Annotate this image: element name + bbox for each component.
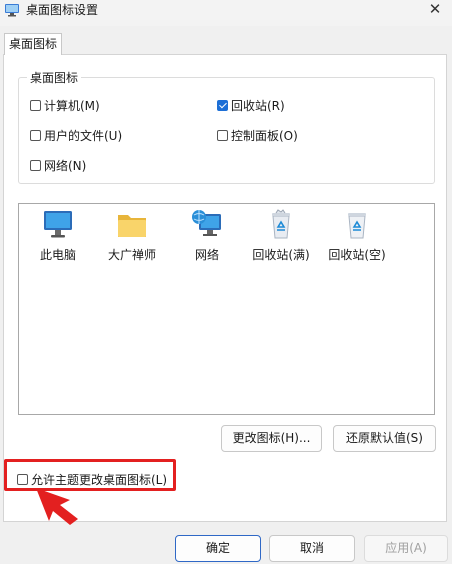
annotation-highlight-box	[4, 459, 176, 491]
close-button[interactable]: ✕	[424, 0, 446, 20]
checkbox-recycle-bin[interactable]: 回收站(R)	[217, 97, 285, 114]
icon-item-this-pc[interactable]: 此电脑	[23, 208, 93, 263]
window-title: 桌面图标设置	[26, 3, 99, 17]
checkbox-box[interactable]	[217, 130, 228, 141]
checkbox-box[interactable]	[30, 100, 41, 111]
checkbox-label: 控制面板(O)	[231, 129, 298, 143]
checkbox-user-files[interactable]: 用户的文件(U)	[30, 127, 122, 144]
checkbox-network[interactable]: 网络(N)	[30, 157, 86, 174]
desktop-icons-group: 桌面图标 计算机(M) 回收站(R) 用户的文件(U) 控制面板(O) 网络(N…	[18, 69, 435, 184]
icon-item-recycle-bin-full[interactable]: 回收站(满)	[246, 208, 316, 263]
icon-label: 大广禅师	[107, 248, 156, 262]
recycle-bin-empty-icon	[348, 213, 366, 239]
desktop-icon-settings-icon	[5, 4, 19, 17]
tab-panel: 桌面图标 计算机(M) 回收站(R) 用户的文件(U) 控制面板(O) 网络(N…	[3, 54, 447, 522]
checkbox-label: 计算机(M)	[44, 99, 100, 113]
restore-default-button[interactable]: 还原默认值(S)	[333, 425, 436, 452]
folder-icon	[118, 215, 146, 237]
checkbox-label: 网络(N)	[44, 159, 87, 173]
icon-label: 网络	[194, 248, 219, 262]
cancel-button[interactable]: 取消	[269, 535, 355, 562]
icon-label: 回收站(空)	[328, 248, 386, 262]
icon-label: 此电脑	[39, 248, 76, 262]
tab-desktop-icons[interactable]: 桌面图标	[4, 33, 62, 55]
checkbox-computer[interactable]: 计算机(M)	[30, 97, 100, 114]
checkbox-box[interactable]	[30, 130, 41, 141]
checkbox-label: 用户的文件(U)	[44, 129, 123, 143]
group-legend: 桌面图标	[27, 69, 82, 86]
checkbox-box[interactable]	[30, 160, 41, 171]
monitor-icon	[44, 211, 72, 238]
checkbox-control-panel[interactable]: 控制面板(O)	[217, 127, 298, 144]
ok-button[interactable]: 确定	[175, 535, 261, 562]
apply-button[interactable]: 应用(A)	[364, 535, 448, 562]
icon-label: 回收站(满)	[252, 248, 310, 262]
change-icon-button[interactable]: 更改图标(H)...	[221, 425, 322, 452]
recycle-bin-full-icon	[272, 209, 290, 239]
checkbox-label: 回收站(R)	[231, 99, 285, 113]
icon-list[interactable]: 此电脑 大广禅师 网络 回收站(满) 回收站(空)	[18, 203, 435, 415]
icon-item-folder[interactable]: 大广禅师	[97, 208, 167, 263]
network-icon	[192, 210, 221, 236]
title-bar: 桌面图标设置 ✕	[0, 0, 452, 26]
red-arrow-icon	[36, 488, 78, 525]
icon-item-network[interactable]: 网络	[172, 208, 242, 263]
icon-item-recycle-bin-empty[interactable]: 回收站(空)	[322, 208, 392, 263]
checkbox-box-checked[interactable]	[217, 100, 228, 111]
